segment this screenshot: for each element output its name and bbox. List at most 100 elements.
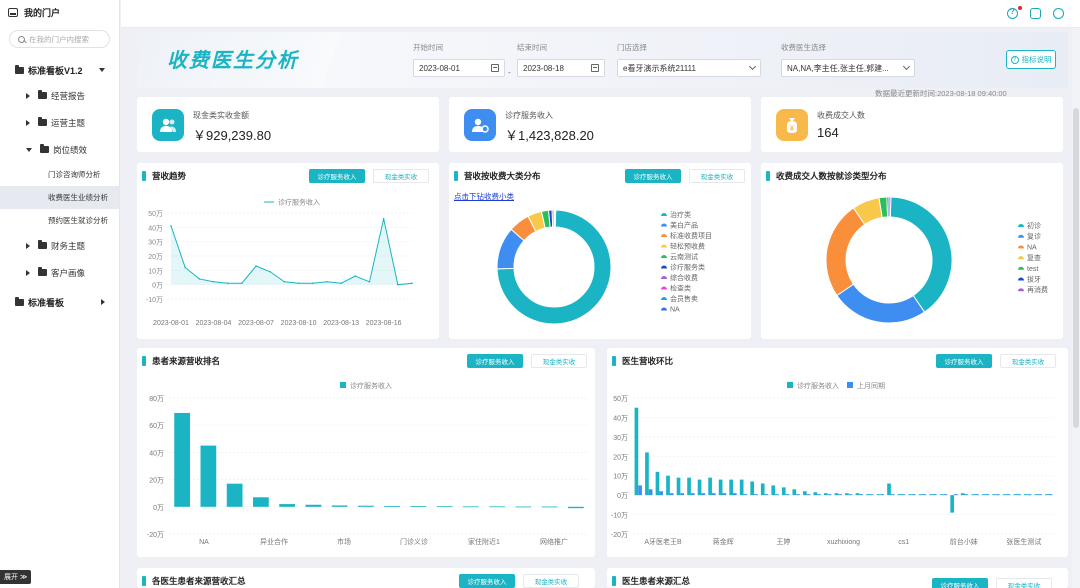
sidebar-item-label: 客户画像 <box>51 267 86 278</box>
legend-swatch <box>1018 266 1024 270</box>
bar <box>922 494 927 496</box>
trend-chart: -10万 0万 10万 20万 30万 40万 50万 2023-08-01 2023-08-0… <box>146 198 413 327</box>
kpi-value: ￥929,239.80 <box>193 128 272 143</box>
panel-category: 营收按收费大类分布 诊疗服务收入 现金类实收 点击下钻收费小类 治疗类 美白产品标… <box>449 163 751 339</box>
sidebar-group-standard-v12[interactable]: 标准看板V1.2 <box>0 58 119 82</box>
panel-trend: 营收趋势 诊疗服务收入 现金类实收 -10万 0万 10万 20万 30万 40万 50万 2… <box>137 163 439 339</box>
calendar-icon <box>591 64 599 72</box>
bar <box>932 494 937 496</box>
bar <box>1027 494 1032 496</box>
chevron-right-icon <box>26 119 30 126</box>
sidebar-sub-charge-doctor[interactable]: 收费医生业绩分析 <box>0 186 119 209</box>
sidebar-sub-appointment-doctor[interactable]: 预约医生就诊分析 <box>0 209 119 232</box>
date-range-separator: - <box>508 68 511 77</box>
bar <box>676 477 681 496</box>
legend-swatch <box>661 255 667 258</box>
bar <box>1024 494 1028 496</box>
panel-title-text: 各医生患者来源营收汇总 <box>152 576 246 586</box>
bar <box>806 494 811 496</box>
sidebar-item-customer[interactable]: 客户画像 <box>0 259 119 286</box>
bar <box>960 493 965 496</box>
bar <box>253 497 269 507</box>
page-scrollbar[interactable] <box>1072 28 1080 588</box>
legend-label: 云南测试 <box>670 252 698 261</box>
bar <box>827 494 832 496</box>
sidebar-item-operations[interactable]: 运营主题 <box>0 109 119 136</box>
help-icon[interactable] <box>1007 6 1022 19</box>
sidebar-search-input[interactable]: 在我的门户内搜索 <box>9 30 110 48</box>
y-tick-label: -10万 <box>146 296 163 304</box>
chevron-down-icon <box>99 68 105 72</box>
y-tick-label: 20万 <box>148 253 163 261</box>
sidebar-group-standard[interactable]: 标准看板 <box>0 290 119 314</box>
data-point <box>184 266 186 269</box>
title-bar <box>612 576 616 586</box>
bar <box>226 483 243 507</box>
x-tick-label: 王婷 <box>776 537 790 546</box>
fullscreen-icon[interactable] <box>1030 8 1041 19</box>
legend-label: 复查 <box>1027 253 1041 262</box>
metric-explain-button[interactable]: ? 指标说明 <box>1006 50 1056 69</box>
data-point <box>198 278 201 280</box>
bar <box>760 483 765 496</box>
legend-swatch <box>661 276 667 279</box>
end-date-filter: 结束时间 2023-08-18 <box>517 42 605 77</box>
cash-revenue-button[interactable]: 现金类实收 <box>523 574 579 588</box>
data-point <box>226 282 229 285</box>
sidebar-item-performance[interactable]: 岗位绩效 <box>0 136 119 163</box>
service-revenue-button[interactable]: 诊疗服务收入 <box>459 574 515 588</box>
doctor-select[interactable]: NA,NA,李主任,张主任,郭建... <box>781 59 915 77</box>
bar <box>781 487 786 496</box>
start-date-input[interactable]: 2023-08-01 <box>413 59 505 77</box>
bar <box>634 407 639 496</box>
x-tick-label: 2023-08-04 <box>196 320 232 327</box>
legend-label: 会员售卖 <box>670 294 698 303</box>
sidebar-item-finance[interactable]: 财务主题 <box>0 232 119 259</box>
kpi-value: 164 <box>817 125 839 140</box>
legend-label: 拔牙 <box>1027 275 1041 284</box>
refresh-icon[interactable] <box>1053 8 1064 19</box>
visit-donut-chart: 初诊复诊 NA 复查 test 拔牙再消费 <box>825 196 1048 324</box>
bar <box>775 494 779 496</box>
bar <box>515 506 532 508</box>
legend-label: NA <box>1027 244 1037 251</box>
data-point <box>297 282 300 285</box>
end-date-input[interactable]: 2023-08-18 <box>517 59 605 77</box>
expand-sidebar-button[interactable]: 展开 ≫ <box>0 570 32 584</box>
doctor-filter: 收费医生选择 NA,NA,李主任,张主任,郭建... <box>781 42 915 77</box>
bar <box>771 485 776 496</box>
y-tick-label: 50万 <box>613 395 628 403</box>
page-title: 收费医生分析 <box>167 50 299 72</box>
folder-icon <box>15 296 24 306</box>
bar <box>996 494 1000 496</box>
legend-label: NA <box>670 307 680 314</box>
bar <box>848 494 853 496</box>
store-select[interactable]: e看牙演示系统21111 <box>617 59 761 77</box>
chevron-down-icon <box>26 147 32 152</box>
legend-swatch <box>661 265 667 269</box>
bar <box>463 506 479 508</box>
panel-visit-type: 收费成交人数按就诊类型分布 初诊 复诊 NA 复查 test 拔牙 再消费 <box>761 163 1063 339</box>
bar <box>680 493 685 496</box>
portal-header[interactable]: 我的门户 <box>0 0 119 24</box>
scrollbar-thumb[interactable] <box>1073 108 1079 428</box>
bar <box>943 494 948 496</box>
sidebar-item-business-report[interactable]: 经营报告 <box>0 82 119 109</box>
bar <box>568 506 584 509</box>
sidebar-sub-consultant[interactable]: 门诊咨询师分析 <box>0 163 119 186</box>
legend-swatch <box>661 234 667 237</box>
bar <box>838 494 842 496</box>
legend-label: 检查类 <box>670 284 691 293</box>
bar <box>729 479 733 496</box>
calendar-icon <box>491 64 499 72</box>
bar <box>890 494 895 496</box>
question-icon: ? <box>1010 55 1019 64</box>
y-tick-label: -20万 <box>611 531 628 539</box>
bar <box>911 494 916 496</box>
bar <box>813 492 818 496</box>
bar <box>971 494 976 496</box>
data-point <box>340 282 342 285</box>
x-tick-label: 2023-08-07 <box>238 320 274 327</box>
service-revenue-button[interactable]: 诊疗服务收入 <box>932 578 988 588</box>
cash-revenue-button[interactable]: 现金类实收 <box>996 578 1052 588</box>
